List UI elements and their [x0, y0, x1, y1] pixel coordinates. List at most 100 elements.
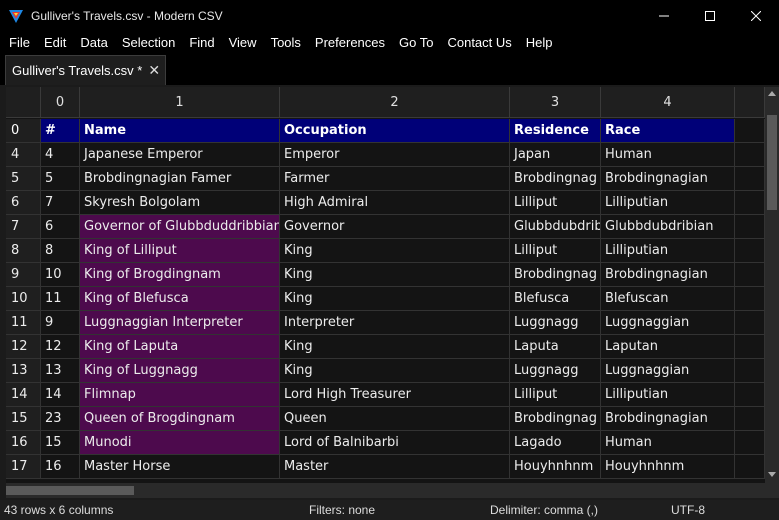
table-cell[interactable]: Luggnaggian	[601, 311, 735, 335]
table-cell[interactable]: Luggnagg	[510, 359, 601, 383]
grid-corner[interactable]	[6, 87, 41, 118]
table-cell[interactable]: King of Lilliput	[80, 239, 280, 263]
table-cell[interactable]: Lilliput	[510, 239, 601, 263]
table-cell[interactable]: 10	[41, 263, 80, 287]
table-cell-empty[interactable]	[735, 263, 765, 287]
table-cell[interactable]: Lilliput	[510, 191, 601, 215]
table-cell-empty[interactable]	[735, 191, 765, 215]
table-cell[interactable]: Lilliputian	[601, 383, 735, 407]
table-cell[interactable]: High Admiral	[280, 191, 510, 215]
table-cell[interactable]: Interpreter	[280, 311, 510, 335]
table-cell[interactable]: Lagado	[510, 431, 601, 455]
menu-tools[interactable]: Tools	[264, 31, 308, 55]
table-cell[interactable]: Master	[280, 455, 510, 479]
table-cell[interactable]: Japanese Emperor	[80, 143, 280, 167]
table-cell-empty[interactable]	[735, 359, 765, 383]
table-cell-empty[interactable]	[735, 407, 765, 431]
table-cell-empty[interactable]	[735, 335, 765, 359]
table-cell[interactable]: Master Horse	[80, 455, 280, 479]
table-cell[interactable]: Luggnagg	[510, 311, 601, 335]
table-cell-empty[interactable]	[735, 119, 765, 143]
row-header[interactable]: 5	[6, 167, 41, 191]
table-cell[interactable]: Blefusca	[510, 287, 601, 311]
table-cell[interactable]: Lord of Balnibarbi	[280, 431, 510, 455]
table-row[interactable]: 16 15 Munodi Lord of Balnibarbi Lagado Human	[6, 431, 765, 455]
table-cell[interactable]: Farmer	[280, 167, 510, 191]
column-header-3[interactable]: 3	[510, 87, 601, 118]
table-cell[interactable]: King of Luggnagg	[80, 359, 280, 383]
row-header[interactable]: 11	[6, 311, 41, 335]
vertical-scroll-thumb[interactable]	[767, 115, 777, 210]
table-cell[interactable]: 13	[41, 359, 80, 383]
table-cell[interactable]: 6	[41, 215, 80, 239]
table-cell[interactable]: 9	[41, 311, 80, 335]
table-cell-empty[interactable]	[735, 143, 765, 167]
menu-contact-us[interactable]: Contact Us	[440, 31, 518, 55]
horizontal-scrollbar[interactable]	[6, 483, 765, 498]
table-cell[interactable]: King	[280, 335, 510, 359]
table-cell[interactable]: 23	[41, 407, 80, 431]
table-cell[interactable]: Laputa	[510, 335, 601, 359]
menu-file[interactable]: File	[2, 31, 37, 55]
column-header-0[interactable]: 0	[41, 87, 80, 118]
table-cell[interactable]: King	[280, 239, 510, 263]
table-cell[interactable]: Queen of Brogdingnam	[80, 407, 280, 431]
row-header[interactable]: 8	[6, 239, 41, 263]
column-header-1[interactable]: 1	[80, 87, 280, 118]
table-cell[interactable]: Brobdingnagian	[601, 407, 735, 431]
menu-find[interactable]: Find	[182, 31, 221, 55]
table-cell[interactable]: Governor of Glubbduddribbian	[80, 215, 280, 239]
table-cell[interactable]: Japan	[510, 143, 601, 167]
table-cell[interactable]: 11	[41, 287, 80, 311]
header-cell[interactable]: Occupation	[280, 119, 510, 143]
row-header[interactable]: 13	[6, 359, 41, 383]
table-cell[interactable]: Glubbdubdribian	[601, 215, 735, 239]
table-cell[interactable]: Laputan	[601, 335, 735, 359]
close-button[interactable]	[733, 0, 779, 31]
header-cell[interactable]: Name	[80, 119, 280, 143]
table-cell[interactable]: Brobdingnag	[510, 167, 601, 191]
table-cell[interactable]: King	[280, 359, 510, 383]
table-row[interactable]: 15 23 Queen of Brogdingnam Queen Brobdingnag…	[6, 407, 765, 431]
table-cell[interactable]: 7	[41, 191, 80, 215]
table-row[interactable]: 17 16 Master Horse Master Houyhnhnm Houyhnhnm	[6, 455, 765, 479]
table-cell[interactable]: Governor	[280, 215, 510, 239]
row-header[interactable]: 4	[6, 143, 41, 167]
table-cell[interactable]: Flimnap	[80, 383, 280, 407]
tab-close-icon[interactable]: ✕	[148, 63, 160, 79]
table-cell[interactable]: 16	[41, 455, 80, 479]
table-cell[interactable]: Lilliputian	[601, 191, 735, 215]
header-cell[interactable]: Race	[601, 119, 735, 143]
minimize-button[interactable]	[641, 0, 687, 31]
table-cell[interactable]: Brobdingnagian	[601, 263, 735, 287]
table-cell[interactable]: Houyhnhnm	[601, 455, 735, 479]
table-row[interactable]: 14 14 Flimnap Lord High Treasurer Lilliput Li…	[6, 383, 765, 407]
scroll-up-icon[interactable]	[768, 91, 776, 96]
table-cell[interactable]: Brobdingnagian	[601, 167, 735, 191]
table-cell[interactable]: Houyhnhnm	[510, 455, 601, 479]
table-cell-empty[interactable]	[735, 383, 765, 407]
table-cell[interactable]: Glubbdubdrib	[510, 215, 601, 239]
scroll-down-icon[interactable]	[768, 472, 776, 477]
table-cell[interactable]: King of Blefusca	[80, 287, 280, 311]
row-header[interactable]: 0	[6, 119, 41, 143]
vertical-scrollbar[interactable]	[765, 87, 779, 483]
table-cell[interactable]: Munodi	[80, 431, 280, 455]
table-cell[interactable]: Skyresh Bolgolam	[80, 191, 280, 215]
row-header[interactable]: 10	[6, 287, 41, 311]
table-cell[interactable]: King of Laputa	[80, 335, 280, 359]
table-cell[interactable]: King	[280, 287, 510, 311]
table-cell[interactable]: Human	[601, 431, 735, 455]
table-cell[interactable]: Lilliputian	[601, 239, 735, 263]
table-cell[interactable]: Luggnaggian	[601, 359, 735, 383]
spreadsheet-grid[interactable]: 0 1 2 3 4 0 # Name Occupation Residence Race 4 4 Japa…	[6, 87, 765, 483]
header-cell[interactable]: #	[41, 119, 80, 143]
table-row[interactable]: 8 8 King of Lilliput King Lilliput Lilliputia…	[6, 239, 765, 263]
table-cell[interactable]: King	[280, 263, 510, 287]
table-cell[interactable]: Lilliput	[510, 383, 601, 407]
table-cell[interactable]: Luggnaggian Interpreter	[80, 311, 280, 335]
header-row[interactable]: 0 # Name Occupation Residence Race	[6, 119, 765, 143]
row-header[interactable]: 17	[6, 455, 41, 479]
menu-help[interactable]: Help	[519, 31, 560, 55]
table-cell[interactable]: Human	[601, 143, 735, 167]
